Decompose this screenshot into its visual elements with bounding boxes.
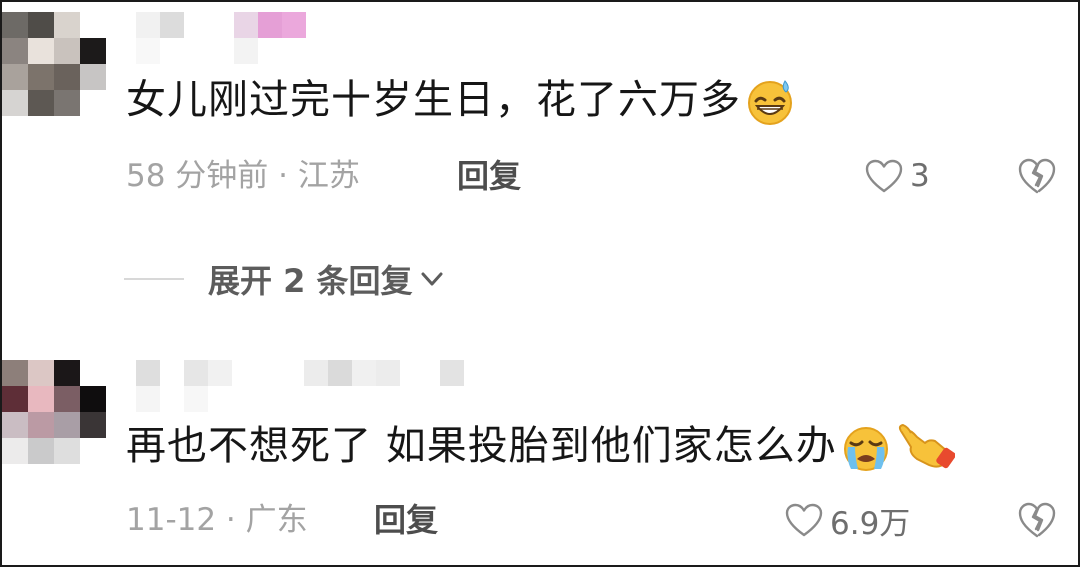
username-blurred[interactable] <box>136 360 464 386</box>
like-button[interactable]: 6.9万 <box>784 500 911 542</box>
heart-outline-icon <box>865 159 903 193</box>
chevron-down-icon <box>421 272 443 286</box>
reply-button[interactable]: 回复 <box>374 502 438 538</box>
comment-meta: 58 分钟前 · 江苏 <box>126 158 360 194</box>
like-button[interactable]: 3 <box>864 156 930 196</box>
username-blurred-shadow <box>136 38 258 64</box>
reply-button[interactable]: 回复 <box>457 158 521 194</box>
username-blurred[interactable] <box>136 12 306 38</box>
crying-face-emoji <box>843 427 888 471</box>
avatar[interactable] <box>2 12 106 116</box>
comment-text: 女儿刚过完十岁生日，花了六万多 <box>126 76 795 127</box>
comment-thread-panel: 女儿刚过完十岁生日，花了六万多 58 分钟前 · 江苏 回复 3 展开 2 条回… <box>0 0 1080 567</box>
expand-replies-button[interactable]: 展开 2 条回复 <box>124 258 447 300</box>
like-count: 3 <box>910 158 930 194</box>
username-blurred-shadow <box>136 386 208 412</box>
expand-replies-label: 展开 2 条回复 <box>208 262 413 300</box>
comment-body: 再也不想死了 如果投胎到他们家怎么办 <box>126 423 837 469</box>
heart-outline-icon <box>785 503 823 537</box>
pointing-hand-emoji <box>898 423 955 469</box>
broken-heart-icon[interactable] <box>1016 500 1058 540</box>
broken-heart-icon[interactable] <box>1016 156 1058 196</box>
like-count: 6.9万 <box>830 505 911 542</box>
comment-body: 女儿刚过完十岁生日，花了六万多 <box>126 77 741 123</box>
comment-meta: 11-12 · 广东 <box>126 502 308 538</box>
avatar[interactable] <box>2 360 106 464</box>
grinning-sweat-emoji <box>748 80 792 125</box>
divider <box>124 278 184 280</box>
comment-text: 再也不想死了 如果投胎到他们家怎么办 <box>126 422 955 473</box>
